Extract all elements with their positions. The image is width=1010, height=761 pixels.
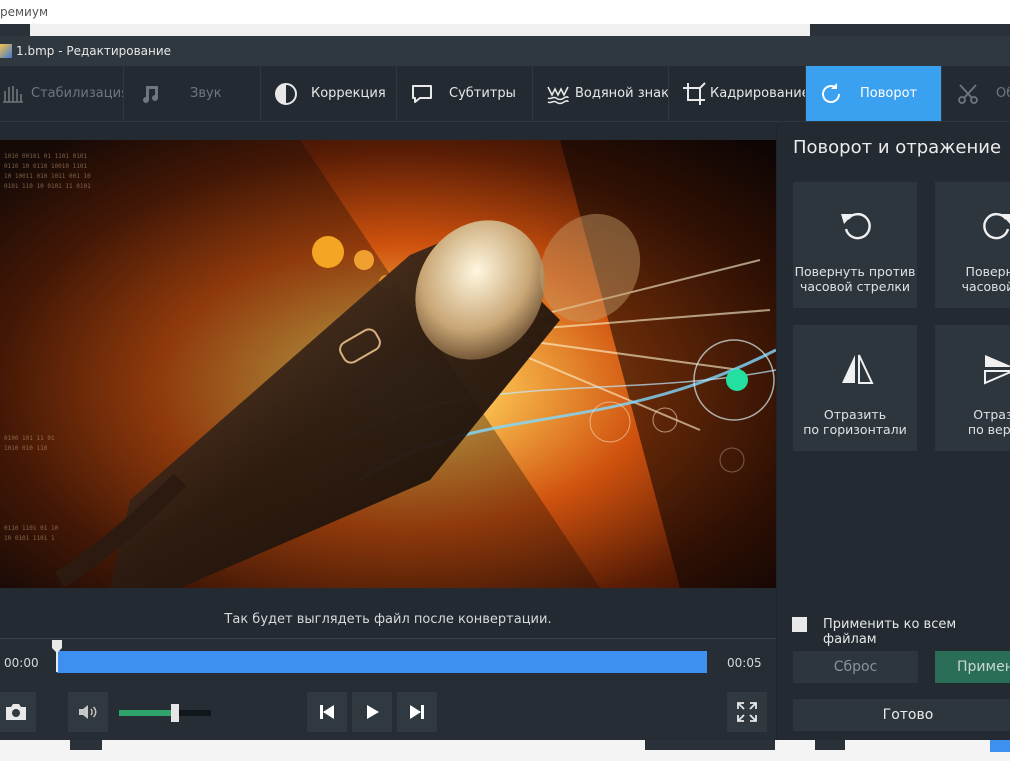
reset-button[interactable]: Сброс xyxy=(793,651,918,683)
tab-label: Коррекция xyxy=(311,86,386,101)
tab-correction[interactable]: Коррекция xyxy=(261,66,397,121)
rotate-right-icon xyxy=(983,212,1010,240)
video-preview: 1010 00101 01 1101 0101 0110 10 0110 1001… xyxy=(0,140,776,588)
tab-subtitles[interactable]: Субтитры xyxy=(397,66,533,121)
tab-trim[interactable]: Об xyxy=(942,66,1010,121)
done-button[interactable]: Готово xyxy=(793,699,1010,731)
flip-vertical-icon xyxy=(984,355,1010,385)
tab-label: Звук xyxy=(190,86,222,101)
flip-horizontal-icon xyxy=(842,354,874,384)
rotate-left-icon xyxy=(841,212,871,240)
volume-fill xyxy=(119,710,172,716)
previous-button[interactable] xyxy=(307,692,347,732)
svg-text:0101 110 10 0101 11 0101: 0101 110 10 0101 11 0101 xyxy=(4,183,91,190)
time-end: 00:05 xyxy=(727,656,762,670)
tab-label: Субтитры xyxy=(449,86,516,101)
tab-stabilization[interactable]: Стабилизация xyxy=(0,66,124,121)
tab-label: Стабилизация xyxy=(31,86,124,101)
svg-text:1010 010 110: 1010 010 110 xyxy=(4,445,48,452)
contrast-icon xyxy=(275,82,297,105)
tab-label: Об xyxy=(996,86,1010,101)
playhead-handle[interactable] xyxy=(52,640,62,672)
editor-title-bar: 1.bmp - Редактирование xyxy=(0,36,1010,66)
card-label-line2: часовой стрелки xyxy=(799,279,911,294)
flip-vertical-button[interactable]: Отрази по верти xyxy=(935,325,1010,451)
app-icon xyxy=(0,44,12,58)
play-icon xyxy=(367,705,379,719)
svg-text:0100 101 11 01: 0100 101 11 01 xyxy=(4,435,55,442)
next-button[interactable] xyxy=(397,692,437,732)
fullscreen-icon xyxy=(737,702,757,722)
tab-crop[interactable]: Кадрирование xyxy=(669,66,806,121)
scissors-icon xyxy=(958,83,978,104)
card-label-line1: Повернут xyxy=(965,264,1010,279)
card-label-line1: Отрази xyxy=(973,407,1010,422)
skip-previous-icon xyxy=(320,705,334,719)
svg-text:0110 1101 01 10: 0110 1101 01 10 xyxy=(4,525,59,532)
host-taskbar-strip xyxy=(0,740,1010,761)
hand-icon xyxy=(3,85,23,103)
skip-next-icon xyxy=(410,705,424,719)
flip-horizontal-button[interactable]: Отразить по горизонтали xyxy=(793,325,917,451)
card-label-line1: Отразить xyxy=(823,407,887,422)
tab-label: Водяной знак xyxy=(575,86,669,101)
timeline-track[interactable] xyxy=(57,651,707,673)
apply-button[interactable]: Примен xyxy=(935,651,1010,683)
preview-caption: Так будет выглядеть файл после конвертац… xyxy=(224,612,552,627)
svg-text:10 10011 010 1011 001 10: 10 10011 010 1011 001 10 xyxy=(4,173,91,180)
play-button[interactable] xyxy=(352,692,392,732)
card-label-line1: Повернуть против xyxy=(794,264,916,279)
panel-title: Поворот и отражение xyxy=(793,137,1002,158)
tab-watermark[interactable]: Водяной знак xyxy=(533,66,669,121)
svg-text:0110 10 0110 10010 1101: 0110 10 0110 10010 1101 xyxy=(4,163,87,170)
snapshot-button[interactable] xyxy=(0,692,36,732)
editor-window-title: 1.bmp - Редактирование xyxy=(16,44,172,58)
tab-label: Поворот xyxy=(860,86,918,101)
card-label-line2: по верти xyxy=(967,422,1010,437)
apply-all-label: Применить ко всем файлам xyxy=(823,617,957,647)
crop-icon xyxy=(683,81,706,105)
preview-image: 1010 00101 01 1101 0101 0110 10 0110 1001… xyxy=(0,140,776,588)
tab-rotate[interactable]: Поворот xyxy=(806,66,942,121)
watermark-icon xyxy=(547,86,569,104)
rotate-right-button[interactable]: Повернут часовой ст xyxy=(935,182,1010,308)
card-label-line2: часовой ст xyxy=(961,279,1010,294)
tab-label: Кадрирование xyxy=(710,86,806,101)
volume-knob[interactable] xyxy=(171,704,179,722)
svg-text:10 0101 1101 1: 10 0101 1101 1 xyxy=(4,535,55,542)
editing-toolbar: Стабилизация Звук Коррекция Субтитры Вод… xyxy=(0,66,1010,123)
time-start: 00:00 xyxy=(4,656,39,670)
rotate-left-button[interactable]: Повернуть против часовой стрелки xyxy=(793,182,917,308)
outer-window-title: ремиум xyxy=(0,0,1010,24)
mute-button[interactable] xyxy=(68,692,108,732)
tab-audio[interactable]: Звук xyxy=(124,66,261,121)
camera-icon xyxy=(6,704,26,720)
music-note-icon xyxy=(143,85,158,103)
speaker-icon xyxy=(79,705,97,719)
rotate-icon xyxy=(822,82,841,103)
speech-bubble-icon xyxy=(412,84,432,103)
outer-window-strip xyxy=(0,24,1010,36)
card-label-line2: по горизонтали xyxy=(803,422,907,437)
apply-all-checkbox[interactable] xyxy=(792,617,807,632)
svg-text:1010 00101 01 1101 0101: 1010 00101 01 1101 0101 xyxy=(4,153,87,160)
fullscreen-button[interactable] xyxy=(727,692,767,732)
